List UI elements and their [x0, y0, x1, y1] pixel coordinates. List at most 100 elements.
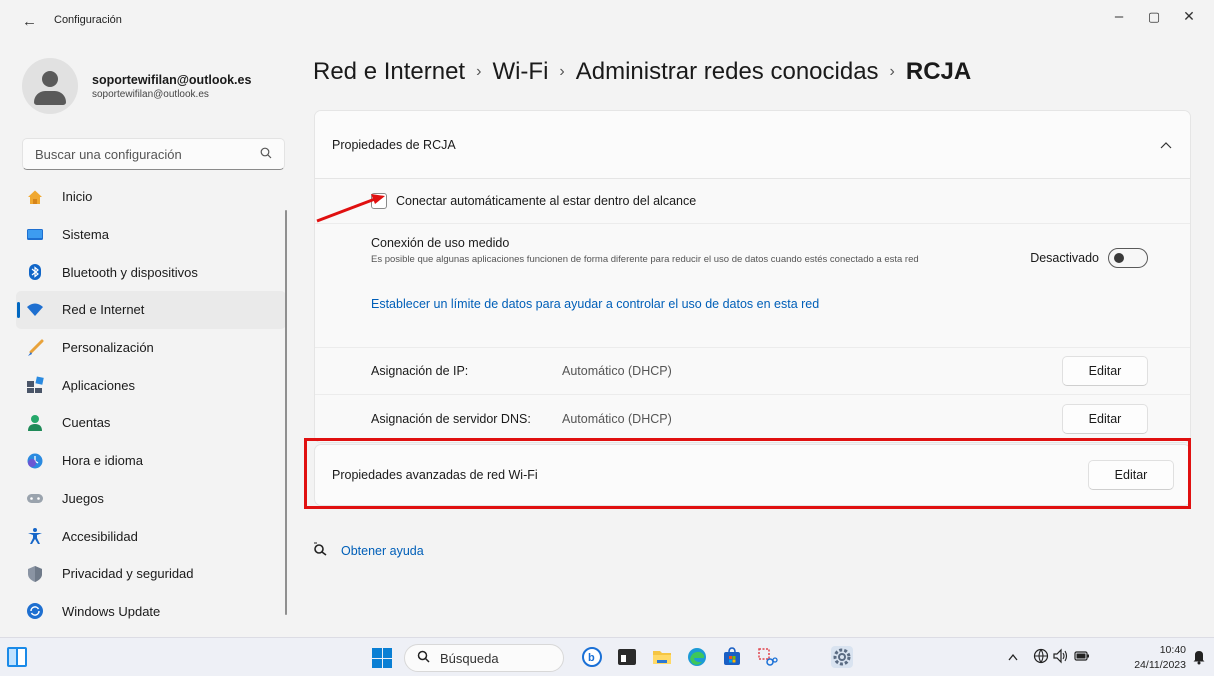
apps-icon	[26, 376, 44, 394]
system-clock[interactable]: 10:40 24/11/2023	[1134, 643, 1186, 673]
system-icon	[26, 226, 44, 244]
sidebar-item-label: Cuentas	[62, 415, 111, 431]
sidebar-item-sistema[interactable]: Sistema	[16, 216, 286, 254]
help-icon	[313, 542, 327, 559]
sidebar-item-bluetooth[interactable]: Bluetooth y dispositivos	[16, 253, 286, 291]
profile-name: soportewifilan@outlook.es	[92, 72, 252, 87]
advanced-properties-label: Propiedades avanzadas de red Wi-Fi	[332, 468, 538, 482]
maximize-button[interactable]: ▢	[1139, 9, 1169, 25]
chevron-up-icon[interactable]	[1160, 138, 1172, 152]
terminal-icon[interactable]	[616, 646, 638, 668]
breadcrumb-item-wifi[interactable]: Wi-Fi	[492, 58, 548, 85]
sidebar-item-privacidad[interactable]: Privacidad y seguridad	[16, 555, 286, 593]
auto-connect-label: Conectar automáticamente al estar dentro…	[396, 194, 697, 208]
breadcrumb-item-redes-conocidas[interactable]: Administrar redes conocidas	[576, 58, 879, 85]
bing-chat-icon[interactable]: b	[581, 646, 603, 668]
breadcrumb-separator: ›	[476, 63, 482, 80]
sidebar-nav: Inicio Sistema Bluetooth y dispositivos …	[16, 178, 286, 630]
gamepad-icon	[26, 489, 44, 507]
clock-date: 24/11/2023	[1134, 659, 1186, 672]
sidebar-item-label: Juegos	[62, 490, 104, 506]
sidebar-item-juegos[interactable]: Juegos	[16, 480, 286, 518]
data-limit-link[interactable]: Establecer un límite de datos para ayuda…	[371, 297, 819, 311]
sidebar-item-personalizacion[interactable]: Personalización	[16, 329, 286, 367]
breadcrumb-item-red-internet[interactable]: Red e Internet	[313, 58, 465, 85]
minimize-button[interactable]: –	[1104, 8, 1134, 25]
edit-ip-button[interactable]: Editar	[1062, 356, 1148, 386]
update-icon	[26, 602, 44, 620]
ip-assignment-row: Asignación de IP: Automático (DHCP) Edit…	[315, 348, 1190, 395]
brush-icon	[26, 339, 44, 357]
metered-description: Es posible que algunas aplicaciones func…	[371, 254, 919, 265]
bluetooth-icon	[26, 263, 44, 281]
snipping-tool-icon[interactable]	[756, 646, 778, 668]
sidebar-item-label: Personalización	[62, 340, 154, 356]
sidebar-item-cuentas[interactable]: Cuentas	[16, 404, 286, 442]
sidebar-item-label: Windows Update	[62, 603, 161, 619]
advanced-properties-row: Propiedades avanzadas de red Wi-Fi Edita…	[314, 444, 1191, 506]
sidebar-item-label: Red e Internet	[62, 302, 145, 318]
sidebar-item-inicio[interactable]: Inicio	[16, 178, 286, 216]
properties-header[interactable]: Propiedades de RCJA	[315, 111, 1190, 178]
get-help-label: Obtener ayuda	[341, 543, 424, 558]
sidebar-item-label: Inicio	[62, 189, 93, 205]
start-button[interactable]	[372, 648, 392, 668]
page-title: RCJA	[905, 58, 972, 85]
ip-assignment-value: Automático (DHCP)	[562, 364, 672, 378]
sidebar-item-windows-update[interactable]: Windows Update	[16, 593, 286, 631]
auto-connect-checkbox[interactable]	[371, 193, 387, 209]
dns-assignment-row: Asignación de servidor DNS: Automático (…	[315, 395, 1190, 442]
sidebar-item-accesibilidad[interactable]: Accesibilidad	[16, 517, 286, 555]
profile-email: soportewifilan@outlook.es	[92, 88, 209, 100]
taskbar-search-label: Búsqueda	[440, 650, 499, 666]
sidebar-scrollbar[interactable]	[285, 210, 287, 615]
sidebar-item-label: Aplicaciones	[62, 377, 135, 393]
taskbar-search[interactable]: Búsqueda	[404, 644, 564, 672]
svg-text:b: b	[588, 652, 595, 664]
title-bar: ← Configuración – ▢ ✕	[0, 0, 1214, 40]
wifi-icon	[26, 301, 44, 319]
search-box[interactable]	[22, 138, 285, 170]
metered-toggle-group: Desactivado	[1030, 248, 1148, 268]
network-properties-panel: Propiedades de RCJA Conectar automáticam…	[314, 110, 1191, 443]
dns-assignment-value: Automático (DHCP)	[562, 411, 672, 426]
search-input[interactable]	[35, 146, 260, 162]
widgets-icon[interactable]	[6, 646, 28, 673]
sidebar-item-label: Accesibilidad	[62, 528, 138, 544]
sidebar-item-aplicaciones[interactable]: Aplicaciones	[16, 366, 286, 404]
edit-dns-button[interactable]: Editar	[1062, 403, 1148, 434]
dns-assignment-label: Asignación de servidor DNS:	[371, 411, 531, 426]
edit-advanced-button[interactable]: Editar	[1088, 460, 1174, 490]
sidebar-item-label: Hora e idioma	[62, 453, 143, 469]
back-arrow-icon[interactable]: ←	[22, 13, 37, 30]
time-language-icon	[26, 452, 44, 470]
breadcrumb: Red e Internet › Wi-Fi › Administrar redes c…	[313, 58, 971, 86]
user-profile[interactable]: soportewifilan@outlook.es soportewifilan…	[22, 58, 251, 114]
sidebar-item-red-internet[interactable]: Red e Internet	[16, 291, 286, 329]
taskbar: Búsqueda b 10:40 24/11/2023	[0, 637, 1214, 676]
accessibility-icon	[26, 527, 44, 545]
close-button[interactable]: ✕	[1174, 8, 1204, 25]
ip-assignment-label: Asignación de IP:	[371, 364, 469, 378]
store-icon[interactable]	[721, 646, 743, 668]
clock-time: 10:40	[1159, 644, 1186, 656]
active-indicator	[17, 302, 20, 319]
settings-icon[interactable]	[831, 646, 853, 668]
battery-icon[interactable]	[1074, 649, 1090, 666]
metered-toggle[interactable]	[1108, 248, 1148, 268]
edge-icon[interactable]	[686, 646, 708, 668]
notification-icon[interactable]	[1192, 649, 1206, 668]
chevron-up-icon[interactable]	[1008, 650, 1018, 664]
network-icon[interactable]	[1033, 648, 1049, 667]
shield-icon	[26, 565, 44, 583]
metered-toggle-label: Desactivado	[1030, 251, 1099, 265]
volume-icon[interactable]	[1052, 648, 1070, 667]
search-icon	[417, 650, 430, 666]
search-icon[interactable]	[260, 147, 272, 162]
get-help-link[interactable]: Obtener ayuda	[313, 542, 424, 559]
app-title: Configuración	[54, 14, 122, 26]
file-explorer-icon[interactable]	[651, 646, 673, 668]
breadcrumb-separator: ›	[889, 63, 895, 80]
sidebar-item-label: Bluetooth y dispositivos	[62, 264, 198, 280]
sidebar-item-hora-idioma[interactable]: Hora e idioma	[16, 442, 286, 480]
